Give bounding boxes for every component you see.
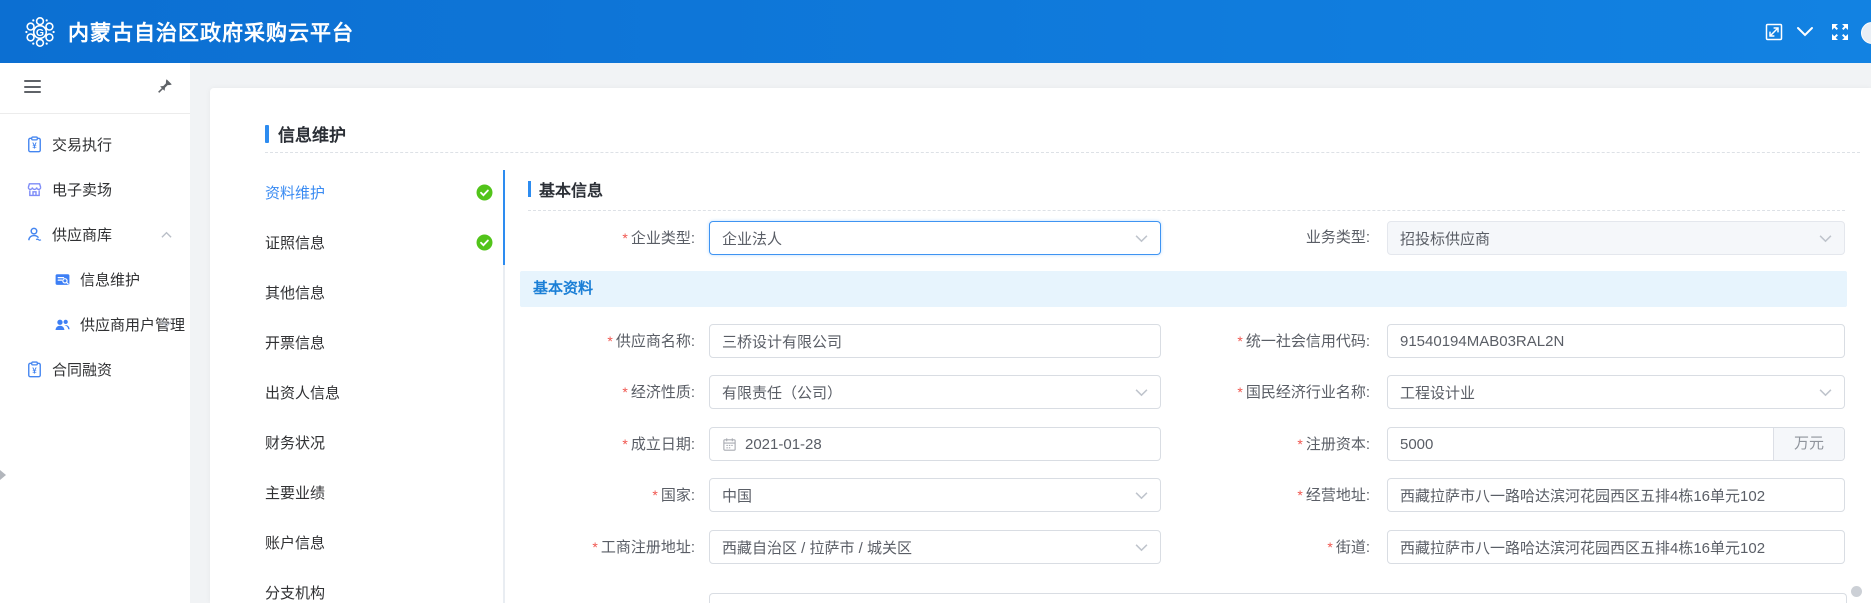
- required-mark: *: [1237, 384, 1242, 400]
- form-row: *成立日期: 2021-01-28 *注册资本: 5000 万元: [210, 427, 1871, 461]
- currency-unit-suffix: 万元: [1773, 428, 1844, 460]
- required-mark: *: [622, 384, 627, 400]
- divider: [265, 152, 1860, 153]
- anchor-nav-item-other-info[interactable]: 其他信息: [265, 267, 497, 317]
- sidebar-item-e-marketplace[interactable]: 电子卖场: [0, 167, 190, 212]
- street-input[interactable]: 西藏拉萨市八一路哈达滨河花园西区五排4栋16单元102: [1387, 530, 1845, 564]
- sidebar-item-label: 交易执行: [52, 134, 112, 155]
- users-icon: [54, 316, 71, 333]
- form-row: *供应商名称: 三桥设计有限公司 *统一社会信用代码: 91540194MAB0…: [210, 324, 1871, 358]
- svg-text:G: G: [36, 26, 44, 38]
- economic-nature-label: *经济性质:: [525, 375, 695, 409]
- business-address-input[interactable]: 西藏拉萨市八一路哈达滨河花园西区五排4栋16单元102: [1387, 478, 1845, 512]
- registered-capital-input[interactable]: 5000 万元: [1387, 427, 1845, 461]
- industry-name-select[interactable]: 工程设计业: [1387, 375, 1845, 409]
- required-mark: *: [1327, 539, 1332, 555]
- chevron-down-icon: [1819, 386, 1832, 399]
- form-row: *经济性质: 有限责任（公司） *国民经济行业名称: 工程设计业: [210, 375, 1871, 409]
- next-row-input-clipped[interactable]: [709, 593, 1847, 603]
- supplier-name-label: *供应商名称:: [525, 324, 695, 358]
- panel-expand-handle[interactable]: [0, 470, 6, 480]
- required-mark: *: [622, 436, 627, 452]
- sidebar-topbar: [0, 63, 190, 114]
- sidebar-item-label: 供应商库: [52, 224, 112, 245]
- sidebar-item-supplier-library[interactable]: 供应商库: [0, 212, 190, 257]
- registered-capital-label: *注册资本:: [1070, 427, 1370, 461]
- founding-date-label: *成立日期:: [525, 427, 695, 461]
- credit-code-label: *统一社会信用代码:: [1070, 324, 1370, 358]
- business-type-label: 业务类型:: [1070, 221, 1370, 255]
- chevron-down-icon: [161, 319, 172, 330]
- registered-address-label: *工商注册地址:: [525, 530, 695, 564]
- calendar-icon: [722, 437, 737, 452]
- required-mark: *: [1297, 487, 1302, 503]
- country-label: *国家:: [525, 478, 695, 512]
- pin-icon[interactable]: [157, 78, 173, 94]
- hamburger-menu-icon[interactable]: [24, 80, 41, 97]
- scroll-indicator-dot: [1851, 586, 1862, 597]
- list-search-icon: [54, 271, 71, 288]
- window-switch-icon[interactable]: [1763, 21, 1785, 43]
- sidebar-item-contract-financing[interactable]: ¥ 合同融资: [0, 347, 190, 392]
- app-logo-icon: G: [22, 14, 58, 50]
- industry-name-label: *国民经济行业名称:: [1070, 375, 1370, 409]
- section-title: 基本信息: [528, 177, 603, 201]
- required-mark: *: [622, 230, 627, 246]
- app-header: G 内蒙古自治区政府采购云平台: [0, 0, 1871, 63]
- section-accent-bar: [528, 181, 531, 197]
- svg-text:¥: ¥: [32, 141, 37, 150]
- required-mark: *: [652, 487, 657, 503]
- street-label: *街道:: [1070, 530, 1370, 564]
- subsection-header: 基本资料: [520, 271, 1847, 307]
- person-icon: [26, 226, 43, 243]
- fullscreen-icon[interactable]: [1829, 21, 1851, 43]
- anchor-nav-item-branches[interactable]: 分支机构: [265, 567, 497, 603]
- form-row: *企业类型: 企业法人 业务类型: 招投标供应商: [210, 221, 1871, 255]
- form-row: *工商注册地址: 西藏自治区 / 拉萨市 / 城关区 *街道: 西藏拉萨市八一路…: [210, 530, 1871, 564]
- main-area: 信息维护 资料维护 证照信息 其他信息 开票信息 出资人信息 财务状况 主要业绩: [190, 63, 1871, 603]
- clipboard-yen-icon: ¥: [26, 136, 43, 153]
- sidebar-item-label: 信息维护: [80, 269, 140, 290]
- sidebar-item-supplier-user-management[interactable]: 供应商用户管理: [0, 302, 190, 347]
- content-panel: 信息维护 资料维护 证照信息 其他信息 开票信息 出资人信息 财务状况 主要业绩: [210, 88, 1871, 603]
- avatar[interactable]: [1861, 22, 1871, 44]
- chevron-up-icon: [161, 229, 172, 240]
- sidebar-item-label: 合同融资: [52, 359, 112, 380]
- page-title: 信息维护: [265, 121, 346, 146]
- app-title: 内蒙古自治区政府采购云平台: [68, 17, 354, 47]
- business-address-label: *经营地址:: [1070, 478, 1370, 512]
- business-type-select[interactable]: 招投标供应商: [1387, 221, 1845, 255]
- chevron-down-icon[interactable]: [1796, 25, 1814, 39]
- title-accent-bar: [265, 125, 269, 143]
- enterprise-type-label: *企业类型:: [525, 221, 695, 255]
- divider: [528, 210, 1845, 211]
- anchor-nav-item-profile[interactable]: 资料维护: [265, 167, 497, 217]
- sidebar-item-trade-execution[interactable]: ¥ 交易执行: [0, 122, 190, 167]
- form-row: *国家: 中国 *经营地址: 西藏拉萨市八一路哈达滨河花园西区五排4栋16单元1…: [210, 478, 1871, 512]
- chevron-down-icon: [1819, 232, 1832, 245]
- required-mark: *: [607, 333, 612, 349]
- storefront-icon: [26, 181, 43, 198]
- credit-code-input[interactable]: 91540194MAB03RAL2N: [1387, 324, 1845, 358]
- sidebar-item-label: 电子卖场: [52, 179, 112, 200]
- clipboard-yen-icon: ¥: [26, 361, 43, 378]
- required-mark: *: [592, 539, 597, 555]
- required-mark: *: [1297, 436, 1302, 452]
- sidebar: ¥ 交易执行 电子卖场 供应商库: [0, 63, 191, 603]
- svg-text:¥: ¥: [32, 366, 37, 375]
- required-mark: *: [1237, 333, 1242, 349]
- sidebar-item-info-maintenance[interactable]: 信息维护: [0, 257, 190, 302]
- complete-check-icon: [476, 184, 493, 201]
